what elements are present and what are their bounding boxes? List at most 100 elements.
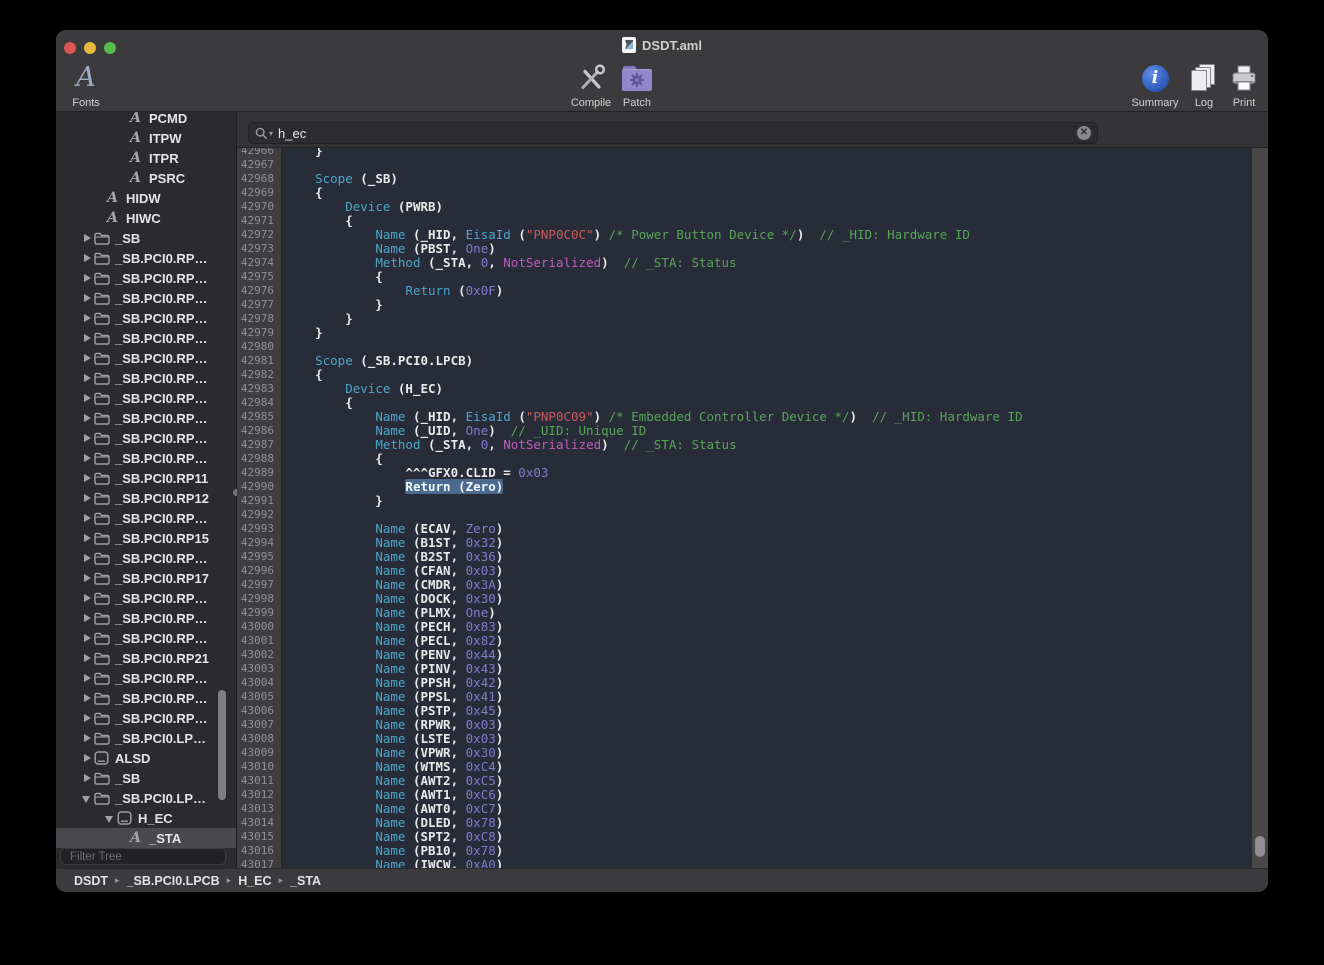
code-line[interactable]: Name (PINV, 0x43) — [285, 662, 1252, 676]
disclosure-triangle-icon[interactable] — [81, 792, 93, 804]
sidebar-item-sb-pci0-lp[interactable]: _SB.PCI0.LP… — [56, 728, 236, 748]
disclosure-triangle-icon[interactable] — [81, 772, 93, 784]
sidebar-item-sb-pci0-rp[interactable]: _SB.PCI0.RP… — [56, 348, 236, 368]
code-line[interactable]: Name (WTMS, 0xC4) — [285, 760, 1252, 774]
sidebar-item-sb-pci0-rp[interactable]: _SB.PCI0.RP… — [56, 288, 236, 308]
code-line[interactable]: Name (LSTE, 0x03) — [285, 732, 1252, 746]
disclosure-triangle-icon[interactable] — [81, 252, 93, 264]
code-line[interactable]: Name (CMDR, 0x3A) — [285, 578, 1252, 592]
code-line[interactable]: Name (_HID, EisaId ("PNP0C09") /* Embedd… — [285, 410, 1252, 424]
code-line[interactable]: Name (B1ST, 0x32) — [285, 536, 1252, 550]
disclosure-triangle-icon[interactable] — [81, 312, 93, 324]
sidebar-item-itpr[interactable]: AITPR — [56, 148, 236, 168]
code-line[interactable]: { — [285, 452, 1252, 466]
log-button[interactable]: Log — [1184, 62, 1224, 109]
sidebar-item-sb-pci0-rp[interactable]: _SB.PCI0.RP… — [56, 588, 236, 608]
disclosure-triangle-icon[interactable] — [104, 812, 116, 824]
patch-button[interactable]: Patch — [614, 62, 660, 109]
filter-tree-input[interactable] — [70, 851, 224, 863]
disclosure-triangle-icon[interactable] — [81, 372, 93, 384]
code-line[interactable]: Name (AWT1, 0xC6) — [285, 788, 1252, 802]
sidebar-item-sb-pci0-rp12[interactable]: _SB.PCI0.RP12 — [56, 488, 236, 508]
code-line[interactable]: } — [285, 298, 1252, 312]
code-line[interactable]: Name (AWT2, 0xC5) — [285, 774, 1252, 788]
code-line[interactable]: Name (B2ST, 0x36) — [285, 550, 1252, 564]
sidebar-item-sb-pci0-rp17[interactable]: _SB.PCI0.RP17 — [56, 568, 236, 588]
code-line[interactable]: Scope (_SB.PCI0.LPCB) — [285, 354, 1252, 368]
disclosure-triangle-icon[interactable] — [81, 392, 93, 404]
sidebar-item-itpw[interactable]: AITPW — [56, 128, 236, 148]
code-line[interactable] — [285, 158, 1252, 172]
breadcrumb-item[interactable]: _STA — [290, 874, 321, 888]
disclosure-triangle-icon[interactable] — [81, 352, 93, 364]
disclosure-triangle-icon[interactable] — [81, 612, 93, 624]
sidebar-scrollbar-thumb[interactable] — [218, 690, 226, 800]
search-input[interactable] — [278, 126, 1077, 141]
sidebar-item-sb-pci0-rp[interactable]: _SB.PCI0.RP… — [56, 688, 236, 708]
sidebar-item-pcmd[interactable]: APCMD — [56, 112, 236, 128]
breadcrumb-item[interactable]: _SB.PCI0.LPCB — [127, 874, 220, 888]
clear-search-icon[interactable]: ✕ — [1077, 126, 1091, 140]
disclosure-triangle-icon[interactable] — [81, 292, 93, 304]
disclosure-triangle-icon[interactable] — [81, 332, 93, 344]
code-line[interactable] — [285, 340, 1252, 354]
disclosure-triangle-icon[interactable] — [81, 672, 93, 684]
sidebar-item-sb-pci0-rp[interactable]: _SB.PCI0.RP… — [56, 448, 236, 468]
code-line[interactable]: Name (PB10, 0x78) — [285, 844, 1252, 858]
code-line[interactable]: Name (RPWR, 0x03) — [285, 718, 1252, 732]
code-line[interactable]: Name (PECH, 0x83) — [285, 620, 1252, 634]
code-line[interactable]: Device (PWRB) — [285, 200, 1252, 214]
sidebar-item-sb-pci0-rp[interactable]: _SB.PCI0.RP… — [56, 428, 236, 448]
compile-button[interactable]: Compile — [563, 62, 619, 109]
code-line[interactable]: Name (DOCK, 0x30) — [285, 592, 1252, 606]
code-editor[interactable]: } Scope (_SB) { Device (PWRB) { Name (_H… — [283, 148, 1252, 868]
sidebar-item-sb-pci0-rp21[interactable]: _SB.PCI0.RP21 — [56, 648, 236, 668]
code-line[interactable]: Name (SPT2, 0xC8) — [285, 830, 1252, 844]
sidebar-item-sb[interactable]: _SB — [56, 768, 236, 788]
code-line[interactable]: } — [285, 148, 1252, 158]
search-icon[interactable]: ▾ — [255, 127, 273, 140]
disclosure-triangle-icon[interactable] — [81, 532, 93, 544]
sidebar-item-sb-pci0-lp[interactable]: _SB.PCI0.LP… — [56, 788, 236, 808]
disclosure-triangle-icon[interactable] — [81, 712, 93, 724]
code-line[interactable]: Name (ECAV, Zero) — [285, 522, 1252, 536]
sidebar-item-sb-pci0-rp[interactable]: _SB.PCI0.RP… — [56, 548, 236, 568]
print-button[interactable]: Print — [1224, 62, 1264, 109]
code-line[interactable]: Name (IWCW, 0xA0) — [285, 858, 1252, 868]
code-line[interactable]: Scope (_SB) — [285, 172, 1252, 186]
disclosure-triangle-icon[interactable] — [81, 432, 93, 444]
code-line[interactable]: { — [285, 396, 1252, 410]
code-line[interactable]: Name (CFAN, 0x03) — [285, 564, 1252, 578]
filter-tree-field[interactable] — [60, 848, 226, 865]
code-line[interactable]: { — [285, 214, 1252, 228]
sidebar-item-sb-pci0-rp[interactable]: _SB.PCI0.RP… — [56, 708, 236, 728]
sidebar-item-sb-pci0-rp[interactable]: _SB.PCI0.RP… — [56, 608, 236, 628]
zoom-button[interactable] — [104, 42, 116, 54]
code-line[interactable]: Method (_STA, 0, NotSerialized) // _STA:… — [285, 438, 1252, 452]
code-line[interactable]: Name (_UID, One) // _UID: Unique ID — [285, 424, 1252, 438]
selected-text[interactable]: Return (Zero) — [405, 479, 503, 494]
editor-scrollbar-track[interactable] — [1252, 148, 1268, 868]
sidebar-item-sb-pci0-rp11[interactable]: _SB.PCI0.RP11 — [56, 468, 236, 488]
code-line[interactable]: { — [285, 186, 1252, 200]
code-line[interactable]: Name (AWT0, 0xC7) — [285, 802, 1252, 816]
code-line[interactable]: Method (_STA, 0, NotSerialized) // _STA:… — [285, 256, 1252, 270]
sidebar-item-alsd[interactable]: ALSD — [56, 748, 236, 768]
sidebar-item-sb-pci0-rp[interactable]: _SB.PCI0.RP… — [56, 328, 236, 348]
minimize-button[interactable] — [84, 42, 96, 54]
disclosure-triangle-icon[interactable] — [81, 572, 93, 584]
sidebar-item-h-ec[interactable]: H_EC — [56, 808, 236, 828]
sidebar-item-sb-pci0-rp[interactable]: _SB.PCI0.RP… — [56, 668, 236, 688]
code-line[interactable]: { — [285, 368, 1252, 382]
disclosure-triangle-icon[interactable] — [81, 592, 93, 604]
code-line[interactable]: } — [285, 312, 1252, 326]
search-field[interactable]: ▾ ✕ — [248, 122, 1098, 144]
disclosure-triangle-icon[interactable] — [81, 652, 93, 664]
code-line[interactable]: Name (_HID, EisaId ("PNP0C0C") /* Power … — [285, 228, 1252, 242]
code-line[interactable]: Device (H_EC) — [285, 382, 1252, 396]
disclosure-triangle-icon[interactable] — [81, 232, 93, 244]
editor-scrollbar-thumb[interactable] — [1255, 836, 1265, 857]
code-line[interactable]: Name (PLMX, One) — [285, 606, 1252, 620]
sidebar-item-psrc[interactable]: APSRC — [56, 168, 236, 188]
summary-button[interactable]: i Summary — [1127, 62, 1183, 109]
